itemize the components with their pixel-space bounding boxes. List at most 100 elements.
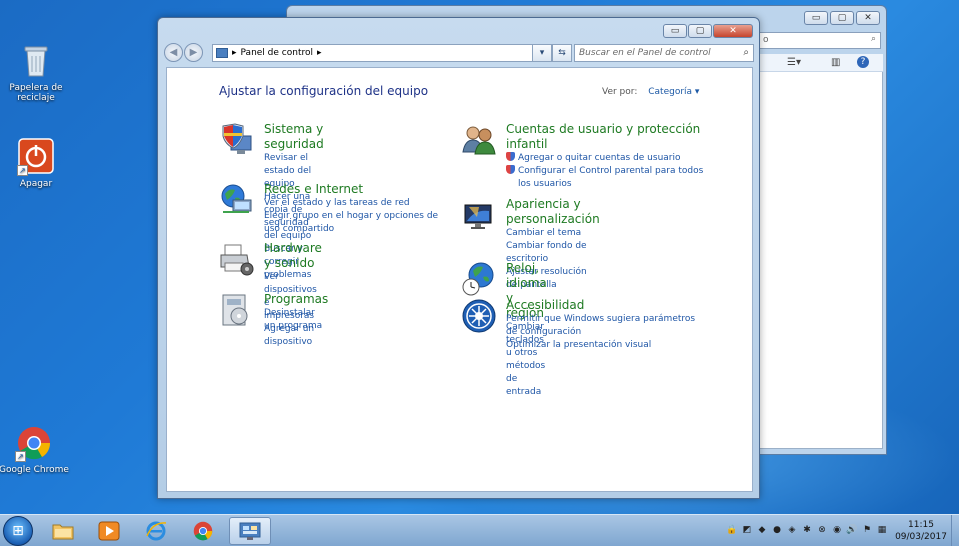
desktop-icon-label: Papelera de reciclaje xyxy=(9,83,63,103)
display-icon xyxy=(461,197,497,233)
search-icon: ⌕ xyxy=(870,34,876,44)
category-link[interactable]: Permitir que Windows sugiera parámetros … xyxy=(506,313,696,339)
desktop-icon-apagar[interactable]: ↗ Apagar xyxy=(0,138,72,189)
chrome-icon xyxy=(193,521,213,541)
category-link[interactable]: Ver el estado y las tareas de red xyxy=(264,197,444,210)
taskbar-control-panel[interactable] xyxy=(229,517,271,545)
refresh-icon[interactable]: ⇆ xyxy=(552,44,572,62)
desktop-icon-recycle-bin[interactable]: Papelera de reciclaje xyxy=(0,42,72,103)
clock-time: 11:15 xyxy=(908,520,934,530)
control-panel-icon xyxy=(216,48,228,58)
internet-explorer-icon xyxy=(146,521,167,541)
taskbar-chrome[interactable] xyxy=(182,517,224,545)
background-window-controls: ▭ ▢ ✕ xyxy=(804,11,880,25)
close-button[interactable]: ✕ xyxy=(713,24,753,38)
tray-app-icon[interactable]: ● xyxy=(771,524,783,536)
shortcut-arrow-icon: ↗ xyxy=(15,451,26,462)
show-desktop-button[interactable] xyxy=(951,515,959,546)
category-link[interactable]: Optimizar la presentación visual xyxy=(506,339,696,352)
start-button[interactable]: ⊞ xyxy=(3,516,33,546)
volume-icon[interactable]: 🔊 xyxy=(846,524,858,536)
power-icon: ↗ xyxy=(17,138,55,176)
control-panel-icon xyxy=(239,522,261,540)
maximize-button[interactable]: ▢ xyxy=(830,11,854,25)
programs-icon xyxy=(219,292,255,328)
accessibility-icon xyxy=(461,298,497,334)
view-by-dropdown[interactable]: Categoría ▾ xyxy=(648,87,699,97)
clock-globe-icon xyxy=(461,261,497,297)
tray-app-icon[interactable]: ✱ xyxy=(801,524,813,536)
category-title[interactable]: Sistema y seguridad xyxy=(264,122,324,152)
taskbar-internet-explorer[interactable] xyxy=(135,517,177,545)
view-by: Ver por: Categoría ▾ xyxy=(602,87,699,97)
view-by-label: Ver por: xyxy=(602,87,638,97)
background-search-input[interactable]: o ⌕ xyxy=(759,32,881,49)
search-icon: ⌕ xyxy=(743,47,749,58)
dropdown-arrow-icon[interactable]: ▾ xyxy=(532,44,552,62)
chevron-right-icon: ▸ xyxy=(316,48,322,58)
action-center-flag-icon[interactable]: ⚑ xyxy=(861,524,873,536)
category-link[interactable]: Elegir grupo en el hogar y opciones de u… xyxy=(264,210,444,236)
category-title[interactable]: Apariencia y personalización xyxy=(506,197,600,227)
shield-pc-icon xyxy=(219,122,255,158)
category-title[interactable]: Redes e Internet xyxy=(264,182,444,197)
maximize-button[interactable]: ▢ xyxy=(688,24,712,38)
minimize-button[interactable]: ▭ xyxy=(804,11,828,25)
chrome-icon: ↗ xyxy=(15,424,53,462)
recycle-bin-icon xyxy=(17,42,55,80)
address-buttons: ▾ ⇆ xyxy=(532,44,572,62)
uac-shield-icon xyxy=(506,165,515,174)
taskbar-explorer[interactable] xyxy=(42,517,84,545)
tray-app-icon[interactable]: 🔒 xyxy=(726,524,738,536)
media-player-icon xyxy=(98,521,120,541)
category-title[interactable]: Programas xyxy=(264,292,328,307)
search-placeholder: Buscar en el Panel de control xyxy=(579,48,711,58)
windows-logo-icon: ⊞ xyxy=(12,523,24,539)
content-area: Ajustar la configuración del equipo Ver … xyxy=(166,67,753,492)
control-panel-window[interactable]: ▭ ▢ ✕ ◀ ▶ ▸ Panel de control ▸ ▾ ⇆ Busca… xyxy=(157,17,760,499)
background-window-content xyxy=(757,54,883,449)
category-title[interactable]: Cuentas de usuario y protección infantil xyxy=(506,122,706,152)
taskbar-clock[interactable]: 11:15 09/03/2017 xyxy=(893,519,949,543)
uac-shield-icon xyxy=(506,152,515,161)
system-tray: 🔒 ◩ ◆ ● ◈ ✱ ⊗ ◉ 🔊 ⚑ ▦ xyxy=(726,524,888,536)
desktop-icon-label: Google Chrome xyxy=(0,465,69,475)
desktop-icon-label: Apagar xyxy=(19,179,53,189)
category-title[interactable]: Accesibilidad xyxy=(506,298,696,313)
forward-button[interactable]: ▶ xyxy=(184,43,203,62)
taskbar-media-player[interactable] xyxy=(88,517,130,545)
category-link[interactable]: Desinstalar un programa xyxy=(264,307,328,333)
network-globe-icon xyxy=(219,182,255,218)
background-toolbar: ☰▾ ▥ ? xyxy=(757,54,883,72)
window-controls: ▭ ▢ ✕ xyxy=(663,24,753,38)
clock-date: 09/03/2017 xyxy=(895,532,947,542)
category-title[interactable]: Hardware y sonido xyxy=(264,241,322,271)
breadcrumb[interactable]: Panel de control xyxy=(241,48,313,58)
help-icon[interactable]: ? xyxy=(857,56,869,68)
network-icon[interactable]: ▦ xyxy=(876,524,888,536)
category-link[interactable]: Configurar el Control parental para todo… xyxy=(506,165,706,191)
tray-app-icon[interactable]: ◆ xyxy=(756,524,768,536)
folder-icon xyxy=(52,524,74,540)
printer-icon xyxy=(219,241,255,277)
taskbar: ⊞ 🔒 ◩ ◆ ● ◈ ✱ ⊗ ◉ 🔊 ⚑ ▦ 11:15 09/03/2017 xyxy=(0,514,959,546)
tray-app-icon[interactable]: ◈ xyxy=(786,524,798,536)
address-bar[interactable]: ▸ Panel de control ▸ xyxy=(212,44,552,62)
view-menu-icon[interactable]: ☰▾ xyxy=(787,57,801,68)
users-icon xyxy=(461,122,497,158)
back-button[interactable]: ◀ xyxy=(164,43,183,62)
shortcut-arrow-icon: ↗ xyxy=(17,165,28,176)
category-link[interactable]: Cambiar el tema xyxy=(506,227,600,240)
preview-pane-icon[interactable]: ▥ xyxy=(831,57,840,68)
desktop-icon-google-chrome[interactable]: ↗ Google Chrome xyxy=(0,424,70,475)
navigation-bar: ◀ ▶ ▸ Panel de control ▸ ▾ ⇆ Buscar en e… xyxy=(164,43,754,63)
chevron-right-icon: ▸ xyxy=(232,48,237,58)
category-link[interactable]: Agregar o quitar cuentas de usuario xyxy=(506,152,706,165)
tray-app-icon[interactable]: ◩ xyxy=(741,524,753,536)
close-button[interactable]: ✕ xyxy=(856,11,880,25)
background-search-text: o xyxy=(763,35,769,45)
tray-app-icon[interactable]: ⊗ xyxy=(816,524,828,536)
minimize-button[interactable]: ▭ xyxy=(663,24,687,38)
search-input[interactable]: Buscar en el Panel de control ⌕ xyxy=(574,44,754,62)
tray-app-icon[interactable]: ◉ xyxy=(831,524,843,536)
